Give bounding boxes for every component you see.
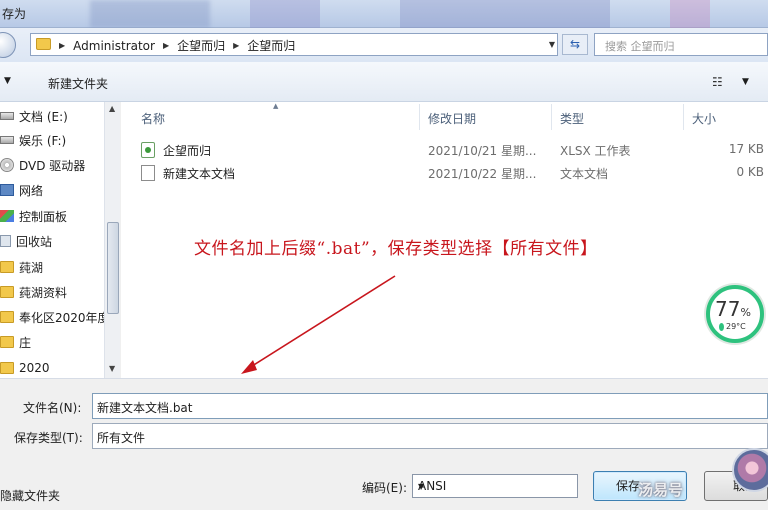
gauge-percent: 77	[715, 297, 741, 321]
chevron-down-icon[interactable]: ▼	[4, 76, 11, 86]
search-placeholder: 搜索 企望而归	[605, 40, 675, 53]
folder-icon	[0, 362, 14, 374]
title-bar-blur	[250, 0, 320, 28]
avatar	[732, 448, 768, 492]
sidebar-item-folder[interactable]: 奉化区2020年度	[0, 305, 104, 329]
gauge-percent-sign: %	[740, 306, 751, 319]
folder-icon	[36, 38, 51, 50]
filename-value: 新建文本文档.bat	[97, 401, 193, 415]
sidebar-item-label: 回收站	[16, 234, 53, 249]
sidebar-item-label: DVD 驱动器	[19, 158, 86, 173]
sidebar-item-folder[interactable]: 2020	[0, 356, 104, 380]
sidebar-item-network[interactable]: 网络	[0, 178, 104, 202]
view-options-icon[interactable]: ☷	[712, 75, 723, 89]
refresh-button[interactable]: ⇆	[562, 34, 588, 55]
filetype-value: 所有文件	[97, 431, 146, 445]
sidebar-item-label: 文档 (E:)	[19, 109, 68, 124]
sidebar-item-label: 控制面板	[19, 209, 68, 224]
sidebar-item-label: 娱乐 (F:)	[19, 133, 67, 148]
new-folder-button[interactable]: 新建文件夹	[48, 75, 108, 92]
filetype-select[interactable]: 所有文件	[92, 423, 768, 449]
breadcrumb-item[interactable]: Administrator	[73, 39, 155, 53]
drive-icon	[0, 136, 14, 144]
recycle-bin-icon	[0, 235, 11, 247]
annotation-arrow-icon	[241, 275, 396, 374]
file-list: ▲ 名称 修改日期 类型 大小 企望而归 2021/10/21 星期... XL…	[121, 102, 768, 378]
window-title: 存为	[2, 7, 27, 21]
network-icon	[0, 184, 14, 196]
breadcrumb-item[interactable]: 企望而归	[177, 37, 225, 54]
title-bar: 存为	[0, 0, 768, 28]
chevron-right-icon[interactable]: ▶	[163, 41, 169, 50]
sidebar-item-label: 2020	[19, 361, 50, 375]
memory-gauge: 77% 29°C	[706, 285, 764, 343]
filetype-label: 保存类型(T):	[14, 431, 83, 445]
folder-icon	[0, 311, 14, 323]
encoding-label: 编码(E):	[362, 481, 407, 495]
folder-icon	[0, 336, 14, 348]
watermark: 汤易号	[638, 481, 684, 499]
refresh-icon: ⇆	[569, 37, 581, 51]
sidebar-item-drive-f[interactable]: 娱乐 (F:)	[0, 128, 104, 152]
sidebar-item-control-panel[interactable]: 控制面板	[0, 204, 104, 228]
address-bar[interactable]: ▶ Administrator ▶ 企望而归 ▶ 企望而归 ▼	[30, 33, 558, 56]
drive-icon	[0, 112, 14, 120]
sidebar-item-folder[interactable]: 庄	[0, 330, 104, 354]
chevron-right-icon[interactable]: ▶	[59, 41, 65, 50]
breadcrumb: ▶ Administrator ▶ 企望而归 ▶ 企望而归	[59, 37, 295, 54]
chevron-right-icon[interactable]: ▶	[233, 41, 239, 50]
encoding-select[interactable]: ANSI ▼	[412, 474, 578, 498]
navigation-pane: 文档 (E:) 娱乐 (F:) DVD 驱动器 网络 控制面板 回收站 莼湖 莼…	[0, 102, 120, 378]
leaf-icon	[719, 322, 724, 331]
scroll-up-icon[interactable]: ▲	[109, 104, 115, 113]
toolbar: ▼ 新建文件夹 ☷ ▼	[0, 62, 768, 102]
sidebar-item-dvd[interactable]: DVD 驱动器	[0, 153, 104, 177]
sidebar-item-recycle-bin[interactable]: 回收站	[0, 229, 104, 253]
sidebar-item-label: 莼湖资料	[19, 285, 68, 300]
address-row: ▶ Administrator ▶ 企望而归 ▶ 企望而归 ▼ ⇆ 搜索 企望而…	[0, 28, 768, 62]
sidebar-item-drive-e[interactable]: 文档 (E:)	[0, 104, 104, 128]
sidebar-item-label: 庄	[19, 335, 32, 350]
back-button[interactable]	[0, 32, 16, 58]
filename-label: 文件名(N):	[23, 401, 82, 415]
filename-input[interactable]: 新建文本文档.bat	[92, 393, 768, 419]
gauge-temperature: 29°C	[726, 322, 746, 331]
save-form: 文件名(N): 新建文本文档.bat 保存类型(T): 所有文件 隐藏文件夹 编…	[0, 378, 768, 510]
scroll-down-icon[interactable]: ▼	[109, 364, 115, 373]
folder-icon	[0, 261, 14, 273]
sidebar-item-folder[interactable]: 莼湖	[0, 255, 104, 279]
chevron-down-icon: ▼	[418, 482, 425, 491]
sidebar-scrollbar[interactable]: ▲ ▼	[104, 102, 120, 378]
sidebar-item-label: 莼湖	[19, 260, 44, 275]
sidebar-item-folder[interactable]: 莼湖资料	[0, 280, 104, 304]
folder-icon	[0, 286, 14, 298]
hide-folders-toggle[interactable]: 隐藏文件夹	[0, 487, 60, 504]
title-bar-blur	[90, 0, 210, 28]
sidebar-item-label: 奉化区2020年度	[19, 310, 104, 325]
search-input[interactable]: 搜索 企望而归	[594, 33, 768, 56]
sidebar-item-label: 网络	[19, 183, 44, 198]
title-bar-blur	[400, 0, 610, 28]
control-panel-icon	[0, 210, 14, 222]
title-bar-blur	[670, 0, 710, 28]
breadcrumb-item[interactable]: 企望而归	[247, 37, 295, 54]
chevron-down-icon[interactable]: ▼	[549, 40, 555, 49]
scrollbar-thumb[interactable]	[107, 222, 119, 314]
dvd-icon	[0, 158, 14, 172]
chevron-down-icon[interactable]: ▼	[742, 77, 749, 87]
